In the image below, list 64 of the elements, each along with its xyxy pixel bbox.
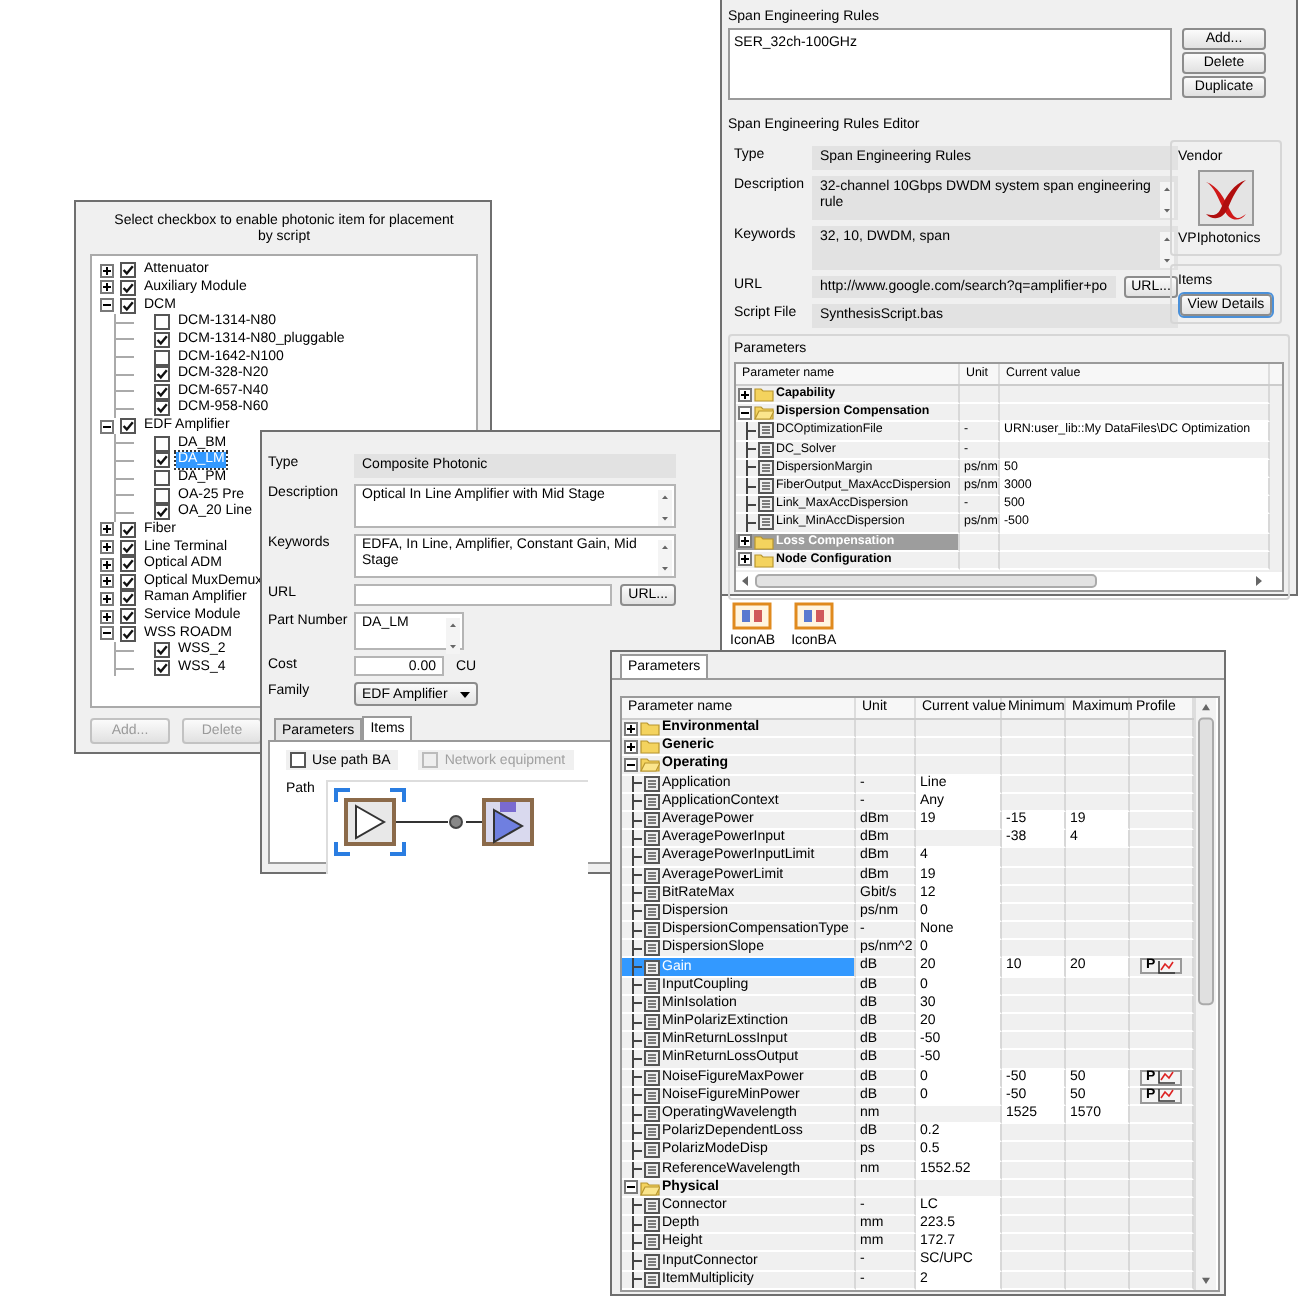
table-cell <box>1066 1271 1130 1290</box>
scrollbar[interactable] <box>446 618 460 654</box>
scrollbar[interactable] <box>1194 698 1216 1290</box>
checkbox[interactable] <box>120 521 136 538</box>
expander-icon[interactable] <box>624 739 638 754</box>
checkbox[interactable] <box>154 452 170 469</box>
checkbox[interactable] <box>120 556 136 573</box>
checkbox[interactable] <box>120 608 136 625</box>
expander-icon[interactable] <box>100 557 114 572</box>
logo-icon <box>1198 170 1254 226</box>
checkbox[interactable] <box>120 590 136 607</box>
expander-icon[interactable] <box>100 280 114 295</box>
checkbox[interactable] <box>120 418 136 435</box>
table-cell <box>1002 1271 1066 1290</box>
checkbox[interactable] <box>120 625 136 642</box>
checkbox[interactable] <box>154 487 170 504</box>
checkbox[interactable] <box>154 383 170 400</box>
scrollbar[interactable] <box>658 490 672 526</box>
expander-icon[interactable] <box>624 757 638 772</box>
expander-icon[interactable] <box>100 626 114 641</box>
checkbox[interactable] <box>154 400 170 417</box>
expander-icon[interactable] <box>738 552 752 567</box>
expander-icon[interactable] <box>100 522 114 537</box>
folder-icon <box>640 756 660 773</box>
checkbox[interactable] <box>120 279 136 296</box>
checkbox[interactable] <box>154 660 170 677</box>
scrollbar[interactable] <box>1160 232 1175 268</box>
checkbox[interactable] <box>154 642 170 659</box>
checkbox[interactable] <box>154 470 170 486</box>
checkbox[interactable] <box>154 504 170 521</box>
chart-icon <box>1157 1088 1176 1103</box>
expander-icon[interactable] <box>100 540 114 555</box>
checkbox[interactable] <box>120 573 136 590</box>
checkbox[interactable] <box>154 331 170 348</box>
checkbox[interactable] <box>290 752 306 768</box>
checkbox[interactable] <box>154 435 170 452</box>
expander-icon[interactable] <box>100 263 114 278</box>
caret-icon <box>460 691 470 697</box>
folder-icon <box>640 1179 660 1196</box>
scrollbar[interactable] <box>658 540 672 576</box>
checkbox[interactable] <box>120 297 136 314</box>
checkbox[interactable] <box>120 539 136 556</box>
checkbox[interactable] <box>154 366 170 383</box>
expander-icon[interactable] <box>100 298 114 313</box>
expander-icon[interactable] <box>100 419 114 434</box>
expander-icon[interactable] <box>100 591 114 606</box>
expander-icon[interactable] <box>738 387 752 402</box>
table-cell <box>960 551 1000 570</box>
chart-icon <box>1157 959 1176 974</box>
checkbox[interactable] <box>154 349 170 366</box>
expander-icon[interactable] <box>624 721 638 736</box>
checkbox[interactable] <box>120 262 136 279</box>
component-icon[interactable] <box>732 602 773 630</box>
expander-icon[interactable] <box>738 405 752 420</box>
expander-icon[interactable] <box>100 609 114 624</box>
scrollbar[interactable] <box>740 573 1264 588</box>
expander-icon[interactable] <box>624 1180 638 1195</box>
expander-icon[interactable] <box>738 534 752 549</box>
url-field[interactable] <box>354 584 613 606</box>
folder-icon <box>754 404 774 421</box>
component-icon[interactable] <box>793 602 834 630</box>
expander-icon[interactable] <box>100 574 114 589</box>
checkbox[interactable] <box>154 314 170 331</box>
chart-icon <box>1157 1070 1176 1085</box>
